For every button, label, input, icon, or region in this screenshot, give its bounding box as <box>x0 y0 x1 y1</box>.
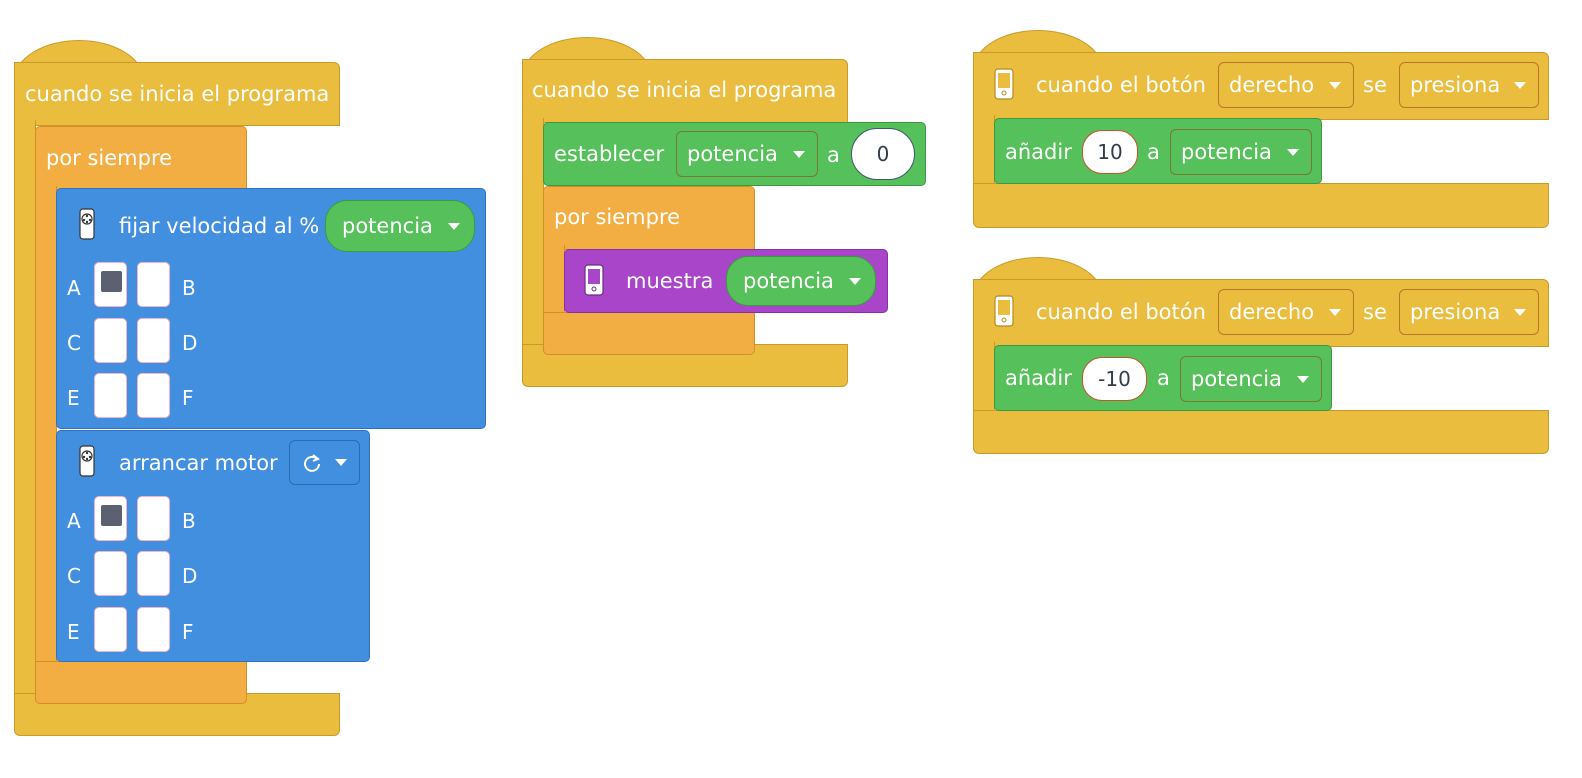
hat-body <box>522 118 544 350</box>
chevron-down-icon <box>793 150 805 158</box>
variable-name: potencia <box>743 269 834 293</box>
port-c-checkbox[interactable] <box>94 318 127 363</box>
variable-dropdown[interactable]: potencia <box>1170 129 1312 175</box>
port-a-checkbox[interactable] <box>94 496 127 541</box>
direction-dropdown[interactable] <box>289 440 360 485</box>
to-label: a <box>1157 366 1170 390</box>
chevron-down-icon <box>448 222 460 230</box>
action-dropdown[interactable]: presiona <box>1399 289 1539 335</box>
event-label: cuando el botón <box>1036 300 1206 324</box>
hub-button-icon <box>994 295 1014 327</box>
to-label: a <box>1147 140 1160 164</box>
port-label-d: D <box>182 331 198 355</box>
forever-body <box>543 245 565 321</box>
port-c-checkbox[interactable] <box>94 551 127 596</box>
variable-name: potencia <box>342 214 433 238</box>
port-label-d: D <box>182 564 198 588</box>
event-body <box>973 342 995 414</box>
port-d-checkbox[interactable] <box>137 318 170 363</box>
port-e-checkbox[interactable] <box>94 373 127 418</box>
button-dropdown[interactable]: derecho <box>1218 289 1354 335</box>
event-body <box>973 115 995 187</box>
set-label: establecer <box>554 142 665 166</box>
chevron-down-icon <box>1514 308 1526 316</box>
speed-variable-dropdown[interactable]: potencia <box>325 200 475 252</box>
motor-hub-icon <box>79 445 95 477</box>
variable-dropdown[interactable]: potencia <box>1180 356 1322 402</box>
hat-label: cuando se inicia el programa <box>25 82 330 106</box>
event-footer <box>973 410 1549 454</box>
se-label: se <box>1363 300 1387 324</box>
port-label-a: A <box>67 509 81 533</box>
port-e-checkbox[interactable] <box>94 607 127 652</box>
checkbox-checked-mark <box>101 271 122 292</box>
display-hub-icon <box>584 264 604 296</box>
chevron-down-icon <box>1287 148 1299 156</box>
variable-name: potencia <box>687 142 778 166</box>
rotate-clockwise-icon <box>304 453 320 472</box>
chevron-down-icon <box>1329 308 1341 316</box>
port-label-b: B <box>182 509 196 533</box>
action-name: presiona <box>1410 73 1501 97</box>
port-label-e: E <box>67 386 80 410</box>
port-d-checkbox[interactable] <box>137 551 170 596</box>
chevron-down-icon <box>1514 81 1526 89</box>
value-input[interactable]: 0 <box>851 128 915 180</box>
show-variable-dropdown[interactable]: potencia <box>726 256 876 306</box>
forever-label: por siempre <box>554 205 681 229</box>
hub-button-icon <box>994 68 1014 100</box>
port-label-c: C <box>67 564 81 588</box>
hat-body <box>14 120 36 696</box>
motor-hub-icon <box>79 208 95 240</box>
se-label: se <box>1363 73 1387 97</box>
hat-label: cuando se inicia el programa <box>532 78 837 102</box>
add-label: añadir <box>1005 140 1072 164</box>
action-name: presiona <box>1410 300 1501 324</box>
port-b-checkbox[interactable] <box>137 496 170 541</box>
forever-footer <box>35 661 247 704</box>
port-a-checkbox[interactable] <box>94 262 127 307</box>
port-label-f: F <box>182 620 194 644</box>
chevron-down-icon <box>1297 375 1309 383</box>
port-b-checkbox[interactable] <box>137 262 170 307</box>
forever-label: por siempre <box>46 146 173 170</box>
port-label-b: B <box>182 276 196 300</box>
variable-dropdown[interactable]: potencia <box>676 131 818 177</box>
port-f-checkbox[interactable] <box>137 373 170 418</box>
add-label: añadir <box>1005 366 1072 390</box>
event-footer <box>973 183 1549 228</box>
set-speed-label: fijar velocidad al % <box>119 214 320 238</box>
port-label-e: E <box>67 620 80 644</box>
checkbox-checked-mark <box>101 505 122 526</box>
action-dropdown[interactable]: presiona <box>1399 62 1539 108</box>
port-label-c: C <box>67 331 81 355</box>
chevron-down-icon <box>335 459 347 466</box>
variable-name: potencia <box>1181 140 1272 164</box>
forever-footer <box>543 312 755 355</box>
chevron-down-icon <box>849 277 861 285</box>
button-name: derecho <box>1229 73 1315 97</box>
variable-name: potencia <box>1191 367 1282 391</box>
chevron-down-icon <box>1329 81 1341 89</box>
value-input[interactable]: -10 <box>1082 357 1147 401</box>
forever-body <box>35 186 57 666</box>
event-label: cuando el botón <box>1036 73 1206 97</box>
port-label-a: A <box>67 276 81 300</box>
start-motor-label: arrancar motor <box>119 451 278 475</box>
to-label: a <box>827 143 840 167</box>
port-label-f: F <box>182 386 194 410</box>
button-name: derecho <box>1229 300 1315 324</box>
value-input[interactable]: 10 <box>1082 130 1138 174</box>
show-label: muestra <box>626 269 714 293</box>
button-dropdown[interactable]: derecho <box>1218 62 1354 108</box>
port-f-checkbox[interactable] <box>137 607 170 652</box>
